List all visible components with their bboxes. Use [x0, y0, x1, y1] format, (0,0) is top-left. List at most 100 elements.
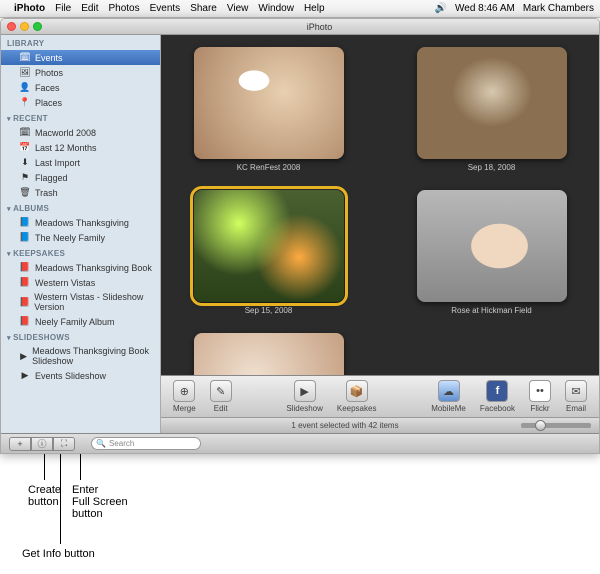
iphoto-window: iPhoto LIBRARY🗓Events🖼Photos👤Faces 📍 Place…	[0, 18, 600, 454]
sidebar-item-label: Western Vistas	[35, 278, 95, 288]
sidebar-item-meadows-thanksgiving-book-slideshow[interactable]: ▶Meadows Thanksgiving Book Slideshow	[1, 344, 160, 368]
clock[interactable]: Wed 8:46 AM	[455, 3, 515, 14]
zoom-slider[interactable]	[521, 423, 591, 428]
bottom-toolbar: ⊕Merge✎Edit ▶Slideshow 📦 Keepsakes ☁ MobileMe…	[161, 375, 599, 417]
sidebar-section-keepsakes[interactable]: KEEPSAKES	[1, 245, 160, 260]
event-thumbnail[interactable]: Rose at Hickman Field	[400, 190, 583, 315]
sidebar-item-icon: ▶	[19, 370, 31, 381]
sidebar-item-events[interactable]: 🗓Events	[1, 50, 160, 65]
search-placeholder: Search	[109, 439, 134, 448]
sidebar-item-label: Meadows Thanksgiving	[35, 218, 129, 228]
toolbar-button-label: Keepsakes	[337, 404, 377, 413]
event-caption: Rose at Hickman Field	[451, 306, 531, 315]
minimize-window-button[interactable]	[20, 22, 29, 31]
event-thumbnail[interactable]	[177, 333, 360, 375]
sidebar-item-label: Places	[35, 98, 62, 108]
sidebar-section-library[interactable]: LIBRARY	[1, 35, 160, 50]
sidebar-item-photos[interactable]: 🖼Photos	[1, 65, 160, 80]
close-window-button[interactable]	[7, 22, 16, 31]
toolbar-email-button[interactable]: ✉Email	[559, 378, 593, 415]
sidebar-item-last-import[interactable]: ⬇ Last Import	[1, 155, 160, 170]
mobileme-icon: ☁	[438, 380, 460, 402]
sidebar-section-albums[interactable]: ALBUMS	[1, 200, 160, 215]
sidebar-item-the-neely-family[interactable]: 📘 The Neely Family	[1, 230, 160, 245]
fullscreen-button[interactable]: ⛶	[53, 437, 75, 451]
sidebar-item-faces[interactable]: 👤Faces	[1, 80, 160, 95]
volume-icon[interactable]: 🔊	[435, 3, 447, 14]
toolbar-keepsakes-button[interactable]: 📦 Keepsakes	[331, 378, 383, 415]
sidebar-item-icon: 📅	[19, 142, 31, 153]
window-title: iPhoto	[46, 22, 593, 32]
event-image[interactable]	[194, 333, 344, 375]
status-bar: 1 event selected with 42 items	[161, 417, 599, 433]
zoom-window-button[interactable]	[33, 22, 42, 31]
toolbar-merge-button[interactable]: ⊕Merge	[167, 378, 202, 415]
toolbar-button-label: Slideshow	[286, 404, 322, 413]
sidebar-item-label: Events Slideshow	[35, 371, 106, 381]
keepsakes-icon: 📦	[346, 380, 368, 402]
status-text: 1 event selected with 42 items	[169, 421, 521, 430]
sidebar-item-label: Last Import	[35, 158, 80, 168]
menu-window[interactable]: Window	[258, 3, 294, 14]
sidebar-item-icon: 🗓	[19, 127, 31, 138]
flickr-icon: ••	[529, 380, 551, 402]
sidebar-item-label: Neely Family Album	[35, 317, 115, 327]
event-thumbnail[interactable]: Sep 15, 2008	[177, 190, 360, 315]
sidebar-item-label: Last 12 Months	[35, 143, 97, 153]
sidebar-item-label: Trash	[35, 188, 58, 198]
get-info-button[interactable]: ⓘ	[31, 437, 53, 451]
sidebar-item-meadows-thanksgiving-book[interactable]: 📕Meadows Thanksgiving Book	[1, 260, 160, 275]
sidebar-item-icon: 📍	[19, 97, 31, 108]
event-thumbnail[interactable]: Sep 18, 2008	[400, 47, 583, 172]
menu-view[interactable]: View	[227, 3, 249, 14]
toolbar-button-label: MobileMe	[431, 404, 466, 413]
callout-annotations: Create button Enter Full Screen button G…	[0, 454, 600, 574]
event-image[interactable]	[194, 47, 344, 159]
event-image[interactable]	[194, 190, 344, 302]
toolbar-group-left: ⊕Merge✎Edit	[167, 378, 238, 415]
sidebar-item-macworld-2008[interactable]: 🗓 Macworld 2008	[1, 125, 160, 140]
window-footer: + ⓘ ⛶ 🔍 Search	[1, 433, 599, 453]
main-content: KC RenFest 2008 Sep 18, 2008 Sep 15, 2008 R…	[161, 35, 599, 433]
toolbar-flickr-button[interactable]: •• Flickr	[523, 378, 557, 415]
toolbar-button-label: Flickr	[530, 404, 549, 413]
sidebar-item-flagged[interactable]: ⚑Flagged	[1, 170, 160, 185]
sidebar-item-icon: 📕	[19, 316, 31, 327]
event-caption: Sep 18, 2008	[468, 163, 516, 172]
menu-help[interactable]: Help	[304, 3, 325, 14]
sidebar-item-western-vistas---slideshow-version[interactable]: 📕Western Vistas - Slideshow Version	[1, 290, 160, 314]
sidebar-item-icon: 📘	[19, 232, 31, 243]
menu-share[interactable]: Share	[190, 3, 217, 14]
menu-file[interactable]: File	[55, 3, 71, 14]
menu-app[interactable]: iPhoto	[14, 3, 45, 14]
annotation-getinfo: Get Info button	[22, 548, 95, 560]
search-field[interactable]: 🔍 Search	[91, 437, 201, 450]
sidebar-item-places[interactable]: 📍 Places	[1, 95, 160, 110]
event-thumbnail[interactable]: KC RenFest 2008	[177, 47, 360, 172]
sidebar-item-icon: 📕	[19, 297, 30, 308]
menu-events[interactable]: Events	[150, 3, 181, 14]
event-image[interactable]	[417, 190, 567, 302]
sidebar-item-label: Macworld 2008	[35, 128, 96, 138]
annotation-create: Create button	[28, 484, 61, 508]
sidebar-item-last-12-months[interactable]: 📅 Last 12 Months	[1, 140, 160, 155]
sidebar-item-western-vistas[interactable]: 📕Western Vistas	[1, 275, 160, 290]
toolbar-facebook-button[interactable]: fFacebook	[474, 378, 521, 415]
event-image[interactable]	[417, 47, 567, 159]
sidebar-item-icon: ⬇	[19, 157, 31, 168]
sidebar-section-recent[interactable]: RECENT	[1, 110, 160, 125]
menu-edit[interactable]: Edit	[81, 3, 98, 14]
sidebar-section-slideshows[interactable]: SLIDESHOWS	[1, 329, 160, 344]
user-menu[interactable]: Mark Chambers	[523, 3, 594, 14]
create-button[interactable]: +	[9, 437, 31, 451]
toolbar-mobileme-button[interactable]: ☁ MobileMe	[425, 378, 472, 415]
menu-photos[interactable]: Photos	[108, 3, 139, 14]
toolbar-edit-button[interactable]: ✎Edit	[204, 378, 238, 415]
sidebar-item-trash[interactable]: 🗑Trash	[1, 185, 160, 200]
sidebar-item-events-slideshow[interactable]: ▶ Events Slideshow	[1, 368, 160, 383]
sidebar-item-label: The Neely Family	[35, 233, 105, 243]
sidebar-item-icon: 👤	[19, 82, 31, 93]
sidebar-item-neely-family-album[interactable]: 📕 Neely Family Album	[1, 314, 160, 329]
toolbar-slideshow-button[interactable]: ▶Slideshow	[280, 378, 328, 415]
sidebar-item-meadows-thanksgiving[interactable]: 📘Meadows Thanksgiving	[1, 215, 160, 230]
